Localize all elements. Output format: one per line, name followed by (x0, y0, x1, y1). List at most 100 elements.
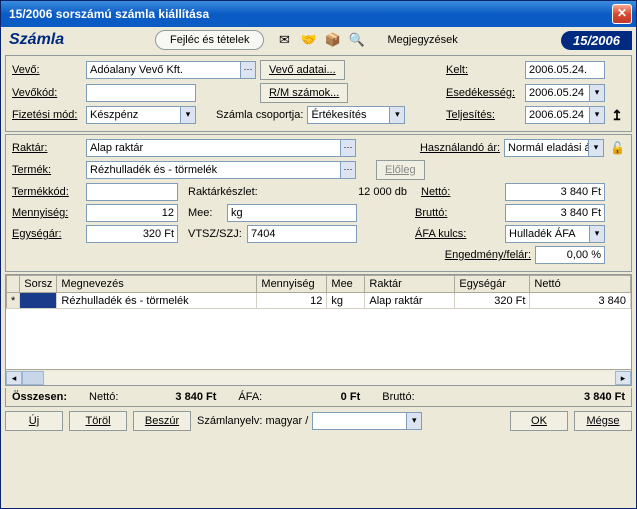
cell-megnev[interactable]: Rézhulladék és - törmelék (57, 293, 257, 309)
netto-input[interactable] (505, 183, 605, 201)
ellipsis-icon[interactable]: ⋯ (240, 62, 255, 78)
teljesites-label: Teljesítés: (446, 109, 521, 121)
vevo-combo[interactable]: Adóalany Vevő Kft. ⋯ (86, 61, 256, 79)
cell-sorsz[interactable] (20, 293, 57, 309)
raktarkeszlet-value: 12 000 db (267, 186, 407, 198)
rm-szamok-button[interactable]: R/M számok... (260, 83, 348, 103)
box-icon[interactable]: 📦 (324, 32, 340, 48)
torol-button[interactable]: Töröl (69, 411, 127, 431)
egysegar-input[interactable] (86, 225, 178, 243)
row-marker: * (7, 293, 20, 309)
vtsz-label: VTSZ/SZJ: (188, 228, 243, 240)
cell-netto[interactable]: 3 840 (530, 293, 631, 309)
vevo-label: Vevő: (12, 64, 82, 76)
h-scrollbar[interactable]: ◂ ▸ (6, 369, 631, 385)
cell-mee[interactable]: kg (327, 293, 365, 309)
col-raktar[interactable]: Raktár (365, 276, 455, 293)
item-section: Raktár: Alap raktár ⋯ Használandó ár: No… (5, 134, 632, 272)
osszesen-label: Összesen: (12, 391, 67, 403)
unlock-icon[interactable]: 🔓 (610, 141, 625, 155)
netto-label: Nettó: (421, 186, 466, 198)
mee-input[interactable] (227, 204, 357, 222)
cell-menny[interactable]: 12 (257, 293, 327, 309)
termekkod-input[interactable] (86, 183, 178, 201)
mail-icon[interactable]: ✉ (276, 32, 292, 48)
termek-combo[interactable]: Rézhulladék és - törmelék ⋯ (86, 161, 356, 179)
esedekesseg-label: Esedékesség: (446, 87, 521, 99)
scroll-thumb[interactable] (22, 371, 44, 385)
kelt-label: Kelt: (446, 64, 521, 76)
lang-label: Számlanyelv: magyar / (197, 415, 308, 427)
footer-bar: Új Töröl Beszúr Számlanyelv: magyar / ▾ … (5, 411, 632, 431)
hasznalando-ar-label: Használandó ár: (420, 142, 500, 154)
fizmod-label: Fizetési mód: (12, 109, 82, 121)
totals-brutto-label: Bruttó: (382, 391, 414, 403)
scroll-right-icon[interactable]: ▸ (615, 371, 631, 385)
vtsz-input[interactable] (247, 225, 357, 243)
hasznalando-ar-combo[interactable]: Normál eladási á ▾ (504, 139, 604, 157)
megse-button[interactable]: Mégse (574, 411, 632, 431)
items-grid[interactable]: Sorsz Megnevezés Mennyiség Mee Raktár Eg… (5, 274, 632, 386)
tab-main[interactable]: Fejléc és tételek (155, 30, 264, 50)
afa-kulcs-combo[interactable]: Hulladék ÁFA ▾ (505, 225, 605, 243)
mennyiseg-label: Mennyiség: (12, 207, 82, 219)
eloleg-button: Előleg (376, 160, 425, 180)
afa-kulcs-label: ÁFA kulcs: (415, 228, 475, 240)
handshake-icon[interactable]: 🤝 (300, 32, 316, 48)
scroll-left-icon[interactable]: ◂ (6, 371, 22, 385)
totals-afa-value: 0 Ft (270, 391, 360, 403)
col-egysegar[interactable]: Egységár (455, 276, 530, 293)
chevron-down-icon[interactable]: ▾ (589, 107, 604, 123)
termek-label: Termék: (12, 164, 82, 176)
window-title: 15/2006 sorszámú számla kiállítása (9, 7, 612, 21)
engedmeny-label: Engedmény/felár: (445, 249, 531, 261)
ellipsis-icon[interactable]: ⋯ (340, 162, 355, 178)
close-icon[interactable]: ✕ (612, 4, 632, 24)
col-netto[interactable]: Nettó (530, 276, 631, 293)
col-megnev[interactable]: Megnevezés (57, 276, 257, 293)
csoport-combo[interactable]: Értékesítés ▾ (307, 106, 405, 124)
totals-bar: Összesen: Nettó: 3 840 Ft ÁFA: 0 Ft Brut… (5, 388, 632, 407)
kelt-date[interactable]: 2006.05.24. (525, 61, 605, 79)
lang-combo[interactable]: ▾ (312, 412, 422, 430)
chevron-down-icon[interactable]: ▾ (589, 226, 604, 242)
col-sorsz[interactable]: Sorsz (20, 276, 57, 293)
beszur-button[interactable]: Beszúr (133, 411, 191, 431)
chevron-down-icon[interactable]: ▾ (406, 413, 421, 429)
chevron-down-icon[interactable]: ▾ (180, 107, 195, 123)
raktarkeszlet-label: Raktárkészlet: (188, 186, 263, 198)
chevron-down-icon[interactable]: ▾ (588, 140, 603, 156)
ok-button[interactable]: OK (510, 411, 568, 431)
brutto-label: Bruttó: (415, 207, 460, 219)
tab-notes[interactable]: Megjegyzések (372, 30, 472, 50)
totals-brutto-value: 3 840 Ft (423, 391, 625, 403)
ellipsis-icon[interactable]: ⋯ (340, 140, 355, 156)
table-row[interactable]: * Rézhulladék és - törmelék 12 kg Alap r… (7, 293, 631, 309)
brutto-input[interactable] (505, 204, 605, 222)
egysegar-label: Egységár: (12, 228, 82, 240)
preview-icon[interactable]: 🔍 (348, 32, 364, 48)
termekkod-label: Termékkód: (12, 186, 82, 198)
mennyiseg-input[interactable] (86, 204, 178, 222)
vevokod-input[interactable] (86, 84, 196, 102)
col-menny[interactable]: Mennyiség (257, 276, 327, 293)
chevron-down-icon[interactable]: ▾ (589, 85, 604, 101)
raktar-label: Raktár: (12, 142, 82, 154)
totals-netto-value: 3 840 Ft (126, 391, 216, 403)
arrow-up-icon[interactable]: ↥ (609, 107, 625, 124)
col-mee[interactable]: Mee (327, 276, 365, 293)
raktar-combo[interactable]: Alap raktár ⋯ (86, 139, 356, 157)
chevron-down-icon[interactable]: ▾ (389, 107, 404, 123)
app-label: Számla (5, 31, 155, 49)
totals-netto-label: Nettó: (89, 391, 118, 403)
engedmeny-input[interactable] (535, 246, 605, 264)
cell-egysegar[interactable]: 320 Ft (455, 293, 530, 309)
esedekesseg-date[interactable]: 2006.05.24 ▾ (525, 84, 605, 102)
cell-raktar[interactable]: Alap raktár (365, 293, 455, 309)
header-section: Vevő: Adóalany Vevő Kft. ⋯ Vevő adatai..… (5, 55, 632, 132)
teljesites-date[interactable]: 2006.05.24 ▾ (525, 106, 605, 124)
uj-button[interactable]: Új (5, 411, 63, 431)
vevo-adatai-button[interactable]: Vevő adatai... (260, 60, 345, 80)
fizmod-combo[interactable]: Készpénz ▾ (86, 106, 196, 124)
tab-bar: Számla Fejléc és tételek ✉ 🤝 📦 🔍 Megjegy… (1, 27, 636, 53)
